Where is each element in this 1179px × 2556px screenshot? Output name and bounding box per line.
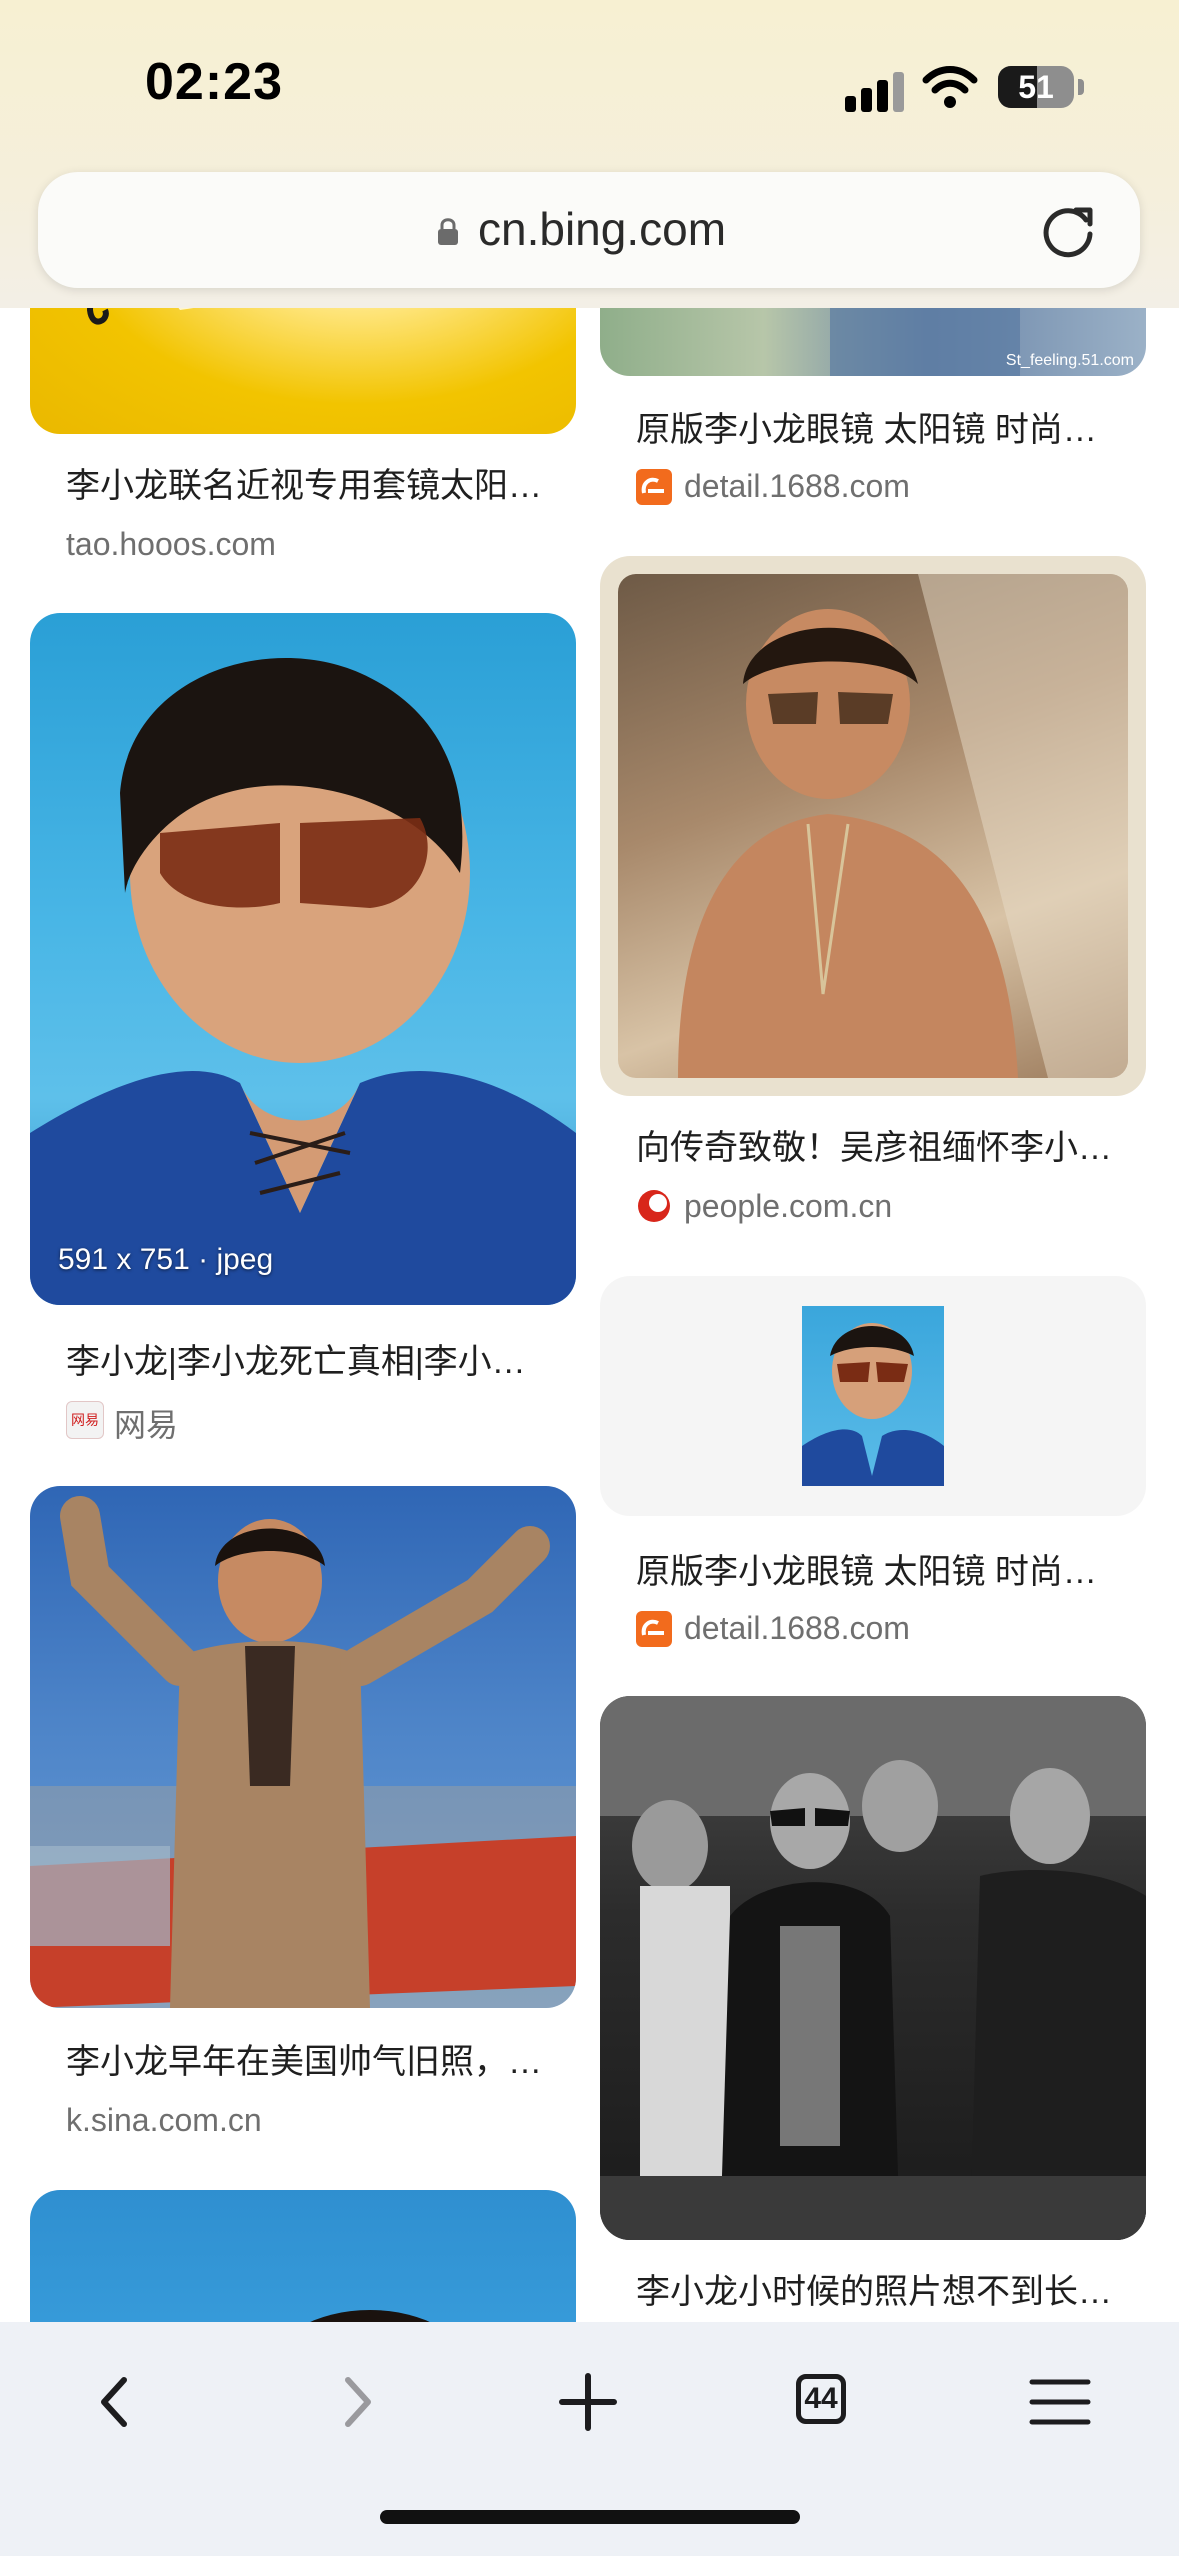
battery-icon: 51 <box>998 66 1074 108</box>
image-dimensions-label: 591 x 751 · jpeg <box>58 1243 274 1276</box>
browser-header: 02:23 51 cn.bing.com <box>0 0 1179 308</box>
forward-icon[interactable] <box>316 2362 396 2442</box>
group-photo-graphic <box>600 1696 1146 2240</box>
result-title[interactable]: 李小龙|李小龙死亡真相|李小… <box>66 1334 526 1383</box>
netease-favicon-icon: 网易 <box>66 1401 104 1439</box>
portrait-graphic <box>678 574 1128 1078</box>
1688-favicon-icon <box>636 1611 672 1647</box>
new-tab-icon[interactable] <box>548 2362 628 2442</box>
battery-tip <box>1078 79 1084 95</box>
portrait-thumbnail <box>802 1323 944 1486</box>
url-domain[interactable]: cn.bing.com <box>478 202 726 256</box>
home-indicator[interactable] <box>380 2510 800 2524</box>
menu-icon[interactable] <box>1020 2362 1100 2442</box>
result-title[interactable]: 李小龙小时候的照片想不到长… <box>636 2264 1112 2313</box>
lock-icon <box>438 218 458 245</box>
result-title[interactable]: 李小龙联名近视专用套镜太阳… <box>66 458 542 507</box>
portrait-graphic <box>30 1496 576 2008</box>
result-image[interactable] <box>600 1696 1146 2240</box>
portrait-graphic <box>30 658 576 1305</box>
result-image[interactable] <box>600 1276 1146 1516</box>
battery-level: 51 <box>1018 69 1054 105</box>
result-title[interactable]: 原版李小龙眼镜 太阳镜 时尚… <box>636 1544 1097 1593</box>
result-image[interactable] <box>600 556 1146 1096</box>
wifi-icon <box>922 66 978 108</box>
result-source: tao.hooos.com <box>66 526 276 562</box>
tabs-button[interactable]: 44 <box>784 2362 864 2442</box>
status-time: 02:23 <box>145 53 283 111</box>
result-title[interactable]: 向传奇致敬！吴彦祖缅怀李小… <box>636 1120 1112 1169</box>
result-source: people.com.cn <box>684 1188 893 1224</box>
result-source: k.sina.com.cn <box>66 2102 262 2138</box>
result-source: 网易 <box>114 1407 179 1443</box>
back-icon[interactable] <box>76 2362 156 2442</box>
image-watermark: St_feeling.51.com <box>1005 352 1134 369</box>
result-source: detail.1688.com <box>684 468 910 504</box>
image-results-grid: 李小龙联名近视专用套镜太阳… tao.hooos.com 591 x 751 ·… <box>0 0 1179 2556</box>
address-bar[interactable]: cn.bing.com <box>38 172 1140 288</box>
result-title[interactable]: 李小龙早年在美国帅气旧照，… <box>66 2034 542 2083</box>
1688-favicon-icon <box>636 469 672 505</box>
cellular-signal-icon <box>845 68 905 112</box>
tabs-icon: 44 <box>796 2374 846 2424</box>
result-image[interactable] <box>30 1486 576 2008</box>
reload-icon[interactable] <box>1040 202 1098 260</box>
result-image[interactable]: 591 x 751 · jpeg <box>30 613 576 1305</box>
result-title[interactable]: 原版李小龙眼镜 太阳镜 时尚… <box>636 402 1097 451</box>
people-favicon-icon <box>636 1188 672 1224</box>
result-source: detail.1688.com <box>684 1610 910 1646</box>
